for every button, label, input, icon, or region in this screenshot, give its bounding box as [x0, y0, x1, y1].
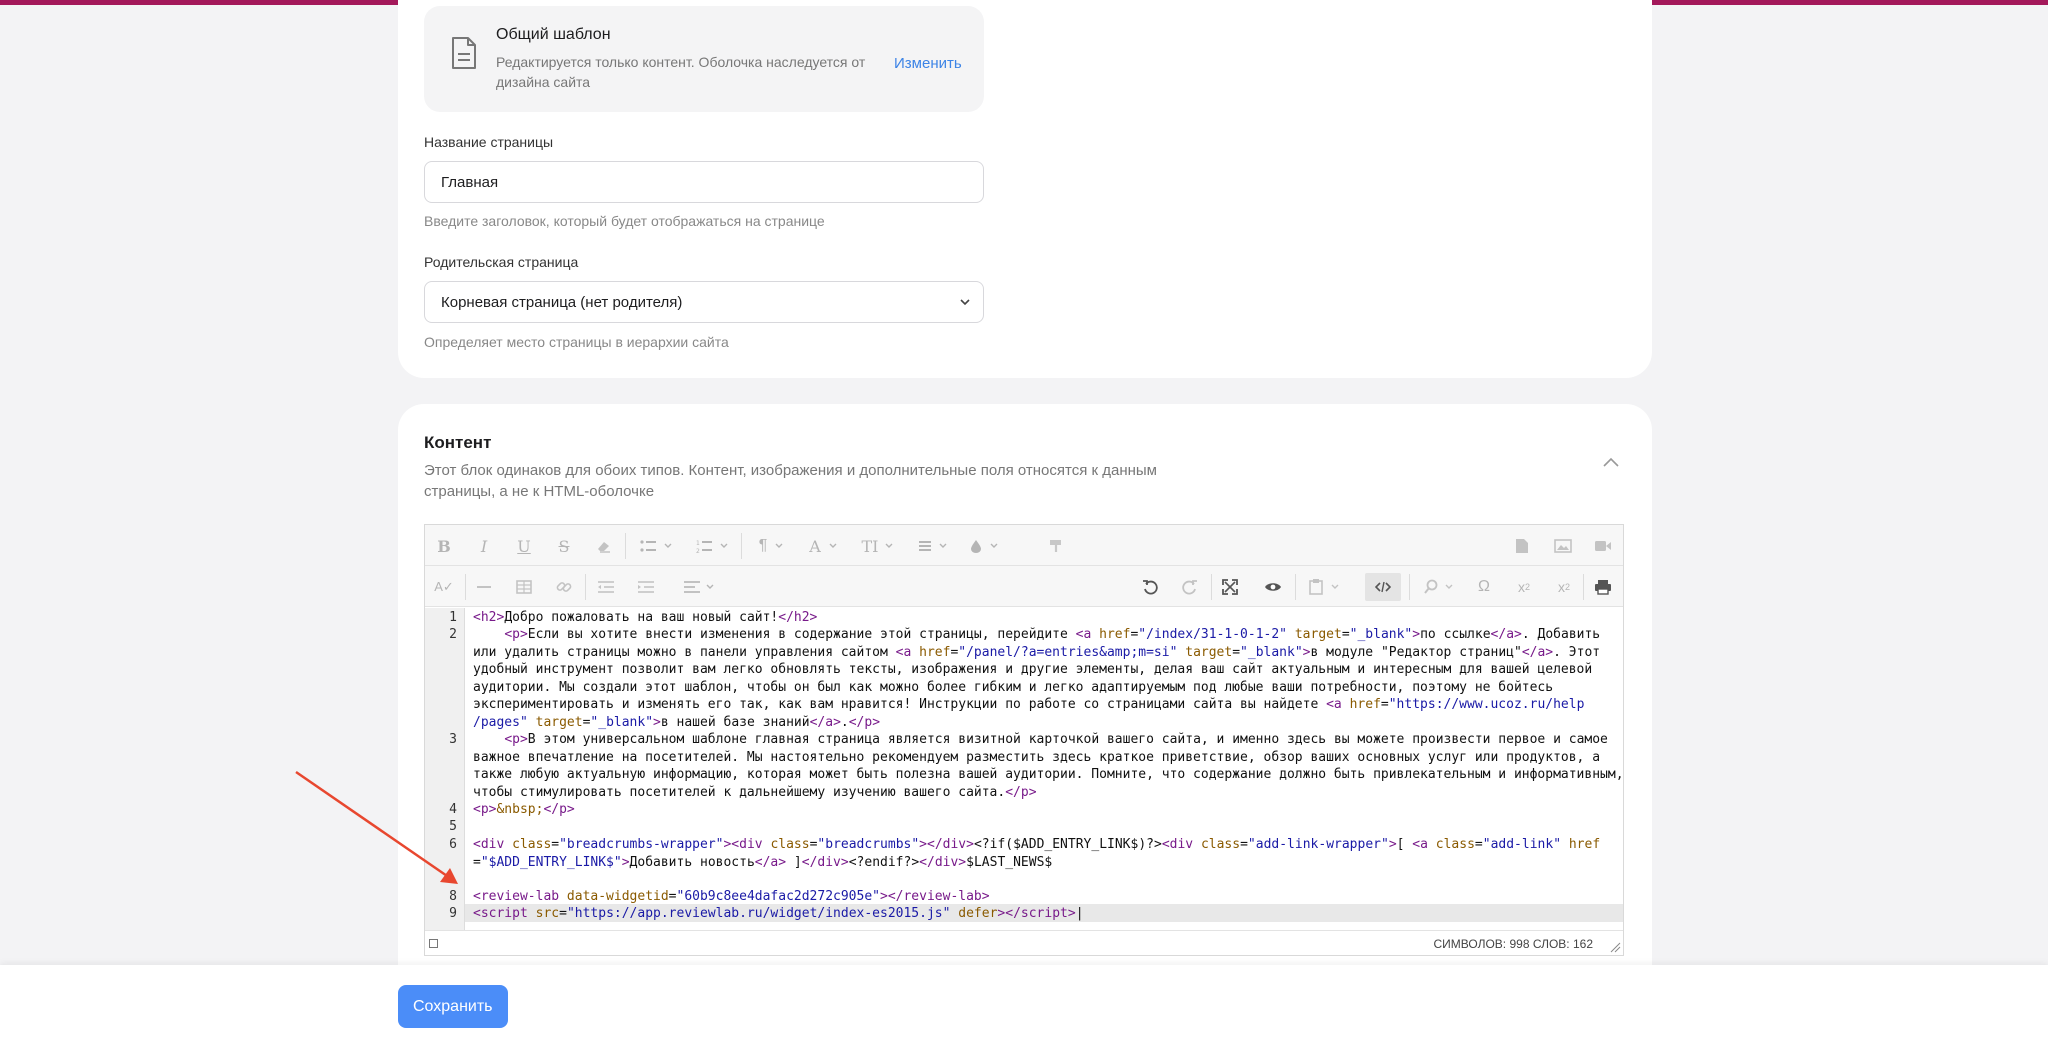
superscript-icon[interactable]: x2: [1515, 575, 1533, 599]
preview-eye-icon[interactable]: [1263, 575, 1283, 599]
table-icon[interactable]: [515, 575, 533, 599]
source-code-icon[interactable]: [1365, 573, 1401, 601]
document-icon: [452, 37, 476, 69]
color-drop-icon[interactable]: [967, 534, 1007, 558]
print-icon[interactable]: [1593, 575, 1613, 599]
toolbar-separator: [1583, 574, 1584, 600]
editor-toolbar-row-1: B I U S 12 ¶ A TI: [425, 525, 1623, 566]
bold-icon[interactable]: B: [435, 534, 453, 558]
paste-icon[interactable]: [1305, 575, 1347, 599]
svg-text:1: 1: [696, 540, 700, 547]
chevron-down-icon: [960, 299, 970, 306]
page-name-label: Название страницы: [424, 134, 554, 150]
content-description: Этот блок одинаков для обоих типов. Конт…: [424, 462, 1157, 500]
resize-handle-icon[interactable]: [1609, 941, 1621, 953]
outdent-icon[interactable]: [597, 575, 615, 599]
page-name-hint: Введите заголовок, который будет отображ…: [424, 213, 825, 229]
editor-status-bar: СИМВОЛОВ: 998 СЛОВ: 162: [425, 930, 1623, 955]
chevron-up-icon[interactable]: [1602, 456, 1620, 468]
content-title: Контент: [424, 433, 492, 452]
change-template-link[interactable]: Изменить: [894, 55, 962, 72]
parent-page-label: Родительская страница: [424, 254, 579, 270]
code-line-8: <review-lab data-widgetid="60b9c8ee4dafa…: [473, 889, 990, 904]
code-line-4: <p>&nbsp;</p>: [473, 802, 575, 817]
link-icon[interactable]: [555, 575, 573, 599]
parent-page-select[interactable]: Корневая страница (нет родителя): [424, 281, 984, 323]
editor-toolbar-row-2: A✓ Ω x 2 x 2: [425, 566, 1623, 607]
align-icon[interactable]: [681, 575, 721, 599]
page-name-input[interactable]: Главная: [424, 161, 984, 203]
numbered-list-icon[interactable]: 12: [693, 534, 733, 558]
find-icon[interactable]: [1419, 575, 1461, 599]
save-button[interactable]: Сохранить: [398, 985, 508, 1028]
font-size-icon[interactable]: TI: [857, 534, 901, 558]
toolbar-separator: [585, 574, 586, 600]
code-line-9: <script src="https://app.reviewlab.ru/wi…: [473, 906, 1084, 921]
line-number: 6: [449, 837, 457, 852]
subscript-icon[interactable]: x2: [1555, 575, 1573, 599]
toolbar-separator: [1295, 574, 1296, 600]
indent-icon[interactable]: [637, 575, 655, 599]
file-icon[interactable]: [1513, 534, 1531, 558]
code-line-3: <p>В этом универсальном шаблоне главная …: [473, 732, 1624, 800]
html-editor: B I U S 12 ¶ A TI A✓ Ω x 2 x 2 1 2 3 4 5…: [424, 524, 1624, 956]
character-word-count: СИМВОЛОВ: 998 СЛОВ: 162: [1433, 937, 1594, 951]
special-char-icon[interactable]: Ω: [1475, 575, 1493, 599]
bullet-list-icon[interactable]: [637, 534, 677, 558]
template-title: Общий шаблон: [496, 26, 611, 43]
toolbar-separator: [741, 533, 742, 559]
parent-page-value: Корневая страница (нет родителя): [441, 293, 683, 311]
strikethrough-icon[interactable]: S: [555, 534, 573, 558]
video-icon[interactable]: [1593, 534, 1613, 558]
image-icon[interactable]: [1553, 534, 1573, 558]
horizontal-line-icon[interactable]: [475, 575, 493, 599]
parent-page-hint: Определяет место страницы в иерархии сай…: [424, 334, 729, 350]
spellcheck-icon[interactable]: A✓: [434, 575, 454, 599]
code-area[interactable]: 1 2 3 4 5 6 8 9 <h2>Добро пожаловать на …: [425, 608, 1624, 930]
line-number-gutter: [425, 608, 465, 930]
line-number: 9: [449, 906, 457, 921]
line-height-icon[interactable]: [913, 534, 957, 558]
eraser-icon[interactable]: [595, 534, 613, 558]
toolbar-separator: [465, 574, 466, 600]
line-number: 3: [449, 732, 457, 747]
paragraph-icon[interactable]: ¶: [753, 534, 793, 558]
footer-bar: Сохранить: [0, 965, 2048, 1043]
page-settings-card: Общий шаблон Редактируется только контен…: [398, 0, 1652, 378]
content-card: Контент Этот блок одинаков для обоих тип…: [398, 404, 1652, 1024]
underline-icon[interactable]: U: [515, 534, 533, 558]
fullscreen-icon[interactable]: [1221, 575, 1239, 599]
redo-icon[interactable]: [1181, 575, 1199, 599]
toolbar-separator: [625, 533, 626, 559]
page-name-value: Главная: [441, 173, 499, 191]
format-painter-icon[interactable]: [1047, 534, 1065, 558]
line-number: 8: [449, 889, 457, 904]
template-info-box: Общий шаблон Редактируется только контен…: [424, 6, 984, 112]
line-number: 4: [449, 802, 457, 817]
line-number: 2: [449, 627, 457, 642]
italic-icon[interactable]: I: [475, 534, 493, 558]
toolbar-separator: [1211, 574, 1212, 600]
template-description: Редактируется только контент. Оболочка н…: [496, 54, 866, 90]
toolbar-separator: [1409, 574, 1410, 600]
code-line-1: <h2>Добро пожаловать на ваш новый сайт!<…: [473, 610, 818, 625]
font-icon[interactable]: A: [805, 534, 845, 558]
line-number: 1: [449, 610, 457, 625]
code-line-6: <div class="breadcrumbs-wrapper"><div cl…: [473, 837, 1601, 870]
status-square-icon[interactable]: [429, 939, 438, 948]
line-number: 5: [449, 819, 457, 834]
undo-icon[interactable]: [1141, 575, 1159, 599]
code-line-2: <p>Если вы хотите внести изменения в сод…: [473, 627, 1601, 730]
svg-text:2: 2: [696, 548, 700, 553]
